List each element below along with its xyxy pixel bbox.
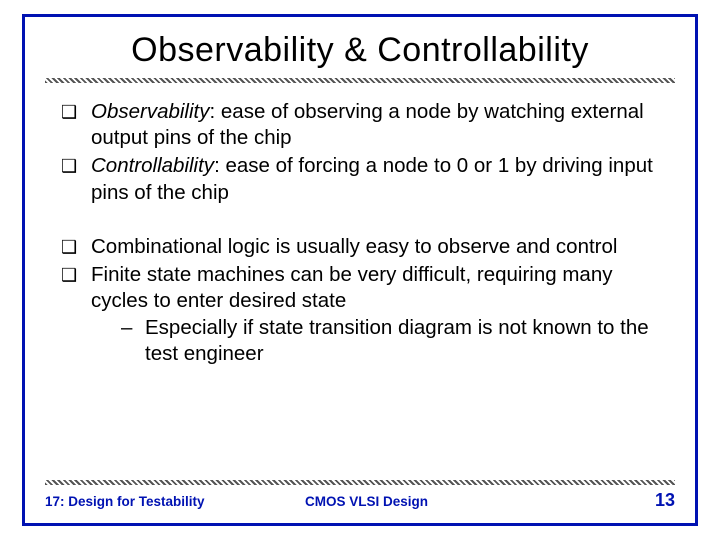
slide-title: Observability & Controllability — [25, 31, 695, 70]
bullet-group-1: ❑ Observability: ease of observing a nod… — [61, 99, 659, 206]
bullet-text: Observability: ease of observing a node … — [91, 99, 659, 151]
slide-frame: Observability & Controllability ❑ Observ… — [22, 14, 698, 526]
bullet-square-icon: ❑ — [61, 234, 91, 260]
footer-center: CMOS VLSI Design — [305, 494, 615, 509]
sub-bullet-text: Especially if state transition diagram i… — [145, 315, 659, 367]
bullet-item: ❑ Finite state machines can be very diff… — [61, 262, 659, 367]
bullet-square-icon: ❑ — [61, 99, 91, 151]
bullet-text: Controllability: ease of forcing a node … — [91, 153, 659, 205]
bullet-main: Finite state machines can be very diffic… — [91, 263, 612, 312]
term: Controllability — [91, 154, 214, 177]
sub-bullet-item: – Especially if state transition diagram… — [91, 315, 659, 367]
slide-content: ❑ Observability: ease of observing a nod… — [25, 83, 695, 367]
footer-divider — [45, 480, 675, 485]
bullet-group-2: ❑ Combinational logic is usually easy to… — [61, 234, 659, 367]
bullet-text: Combinational logic is usually easy to o… — [91, 234, 659, 260]
bullet-item: ❑ Controllability: ease of forcing a nod… — [61, 153, 659, 205]
dash-icon: – — [121, 315, 145, 367]
bullet-item: ❑ Observability: ease of observing a nod… — [61, 99, 659, 151]
footer-left: 17: Design for Testability — [45, 494, 305, 509]
footer-row: 17: Design for Testability CMOS VLSI Des… — [45, 490, 675, 511]
bullet-square-icon: ❑ — [61, 262, 91, 367]
bullet-text: Finite state machines can be very diffic… — [91, 262, 659, 367]
footer: 17: Design for Testability CMOS VLSI Des… — [45, 480, 675, 511]
page-number: 13 — [615, 490, 675, 511]
bullet-item: ❑ Combinational logic is usually easy to… — [61, 234, 659, 260]
bullet-square-icon: ❑ — [61, 153, 91, 205]
term: Observability — [91, 100, 210, 123]
